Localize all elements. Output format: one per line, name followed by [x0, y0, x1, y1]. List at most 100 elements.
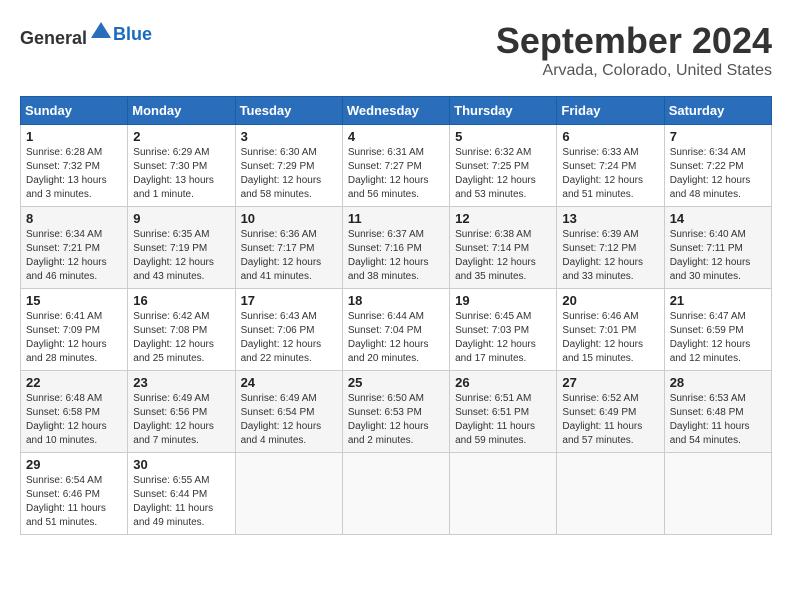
- header: General Blue September 2024 Arvada, Colo…: [20, 20, 772, 80]
- calendar-cell: 24Sunrise: 6:49 AMSunset: 6:54 PMDayligh…: [235, 371, 342, 453]
- day-number: 27: [562, 375, 658, 390]
- day-number: 26: [455, 375, 551, 390]
- day-info: Sunrise: 6:55 AMSunset: 6:44 PMDaylight:…: [133, 474, 229, 530]
- calendar-cell: [235, 453, 342, 535]
- calendar-cell: 3 Sunrise: 6:30 AMSunset: 7:29 PMDaylight…: [235, 125, 342, 207]
- day-info: Sunrise: 6:47 AMSunset: 6:59 PMDaylight:…: [670, 310, 766, 366]
- calendar-cell: [450, 453, 557, 535]
- day-info: Sunrise: 6:42 AMSunset: 7:08 PMDaylight:…: [133, 310, 229, 366]
- day-number: 14: [670, 211, 766, 226]
- calendar-cell: [557, 453, 664, 535]
- day-info: Sunrise: 6:46 AMSunset: 7:01 PMDaylight:…: [562, 310, 658, 366]
- day-number: 15: [26, 293, 122, 308]
- day-number: 19: [455, 293, 551, 308]
- day-info: Sunrise: 6:31 AMSunset: 7:27 PMDaylight:…: [348, 146, 444, 202]
- calendar-cell: [342, 453, 449, 535]
- logo-general-text: General: [20, 28, 87, 48]
- calendar-cell: 25Sunrise: 6:50 AMSunset: 6:53 PMDayligh…: [342, 371, 449, 453]
- calendar-cell: 5 Sunrise: 6:32 AMSunset: 7:25 PMDaylight…: [450, 125, 557, 207]
- day-info: Sunrise: 6:49 AMSunset: 6:56 PMDaylight:…: [133, 392, 229, 448]
- day-info: Sunrise: 6:41 AMSunset: 7:09 PMDaylight:…: [26, 310, 122, 366]
- calendar-cell: 7 Sunrise: 6:34 AMSunset: 7:22 PMDaylight…: [664, 125, 771, 207]
- weekday-header-row: SundayMondayTuesdayWednesdayThursdayFrid…: [21, 97, 772, 125]
- day-number: 16: [133, 293, 229, 308]
- day-number: 11: [348, 211, 444, 226]
- calendar-cell: 17 Sunrise: 6:43 AMSunset: 7:06 PMDayligh…: [235, 289, 342, 371]
- calendar-cell: 15 Sunrise: 6:41 AMSunset: 7:09 PMDayligh…: [21, 289, 128, 371]
- calendar-cell: 16 Sunrise: 6:42 AMSunset: 7:08 PMDayligh…: [128, 289, 235, 371]
- calendar-cell: 4 Sunrise: 6:31 AMSunset: 7:27 PMDaylight…: [342, 125, 449, 207]
- day-number: 30: [133, 457, 229, 472]
- day-info: Sunrise: 6:36 AMSunset: 7:17 PMDaylight:…: [241, 228, 337, 284]
- week-row-3: 15 Sunrise: 6:41 AMSunset: 7:09 PMDayligh…: [21, 289, 772, 371]
- calendar-cell: 23 Sunrise: 6:49 AMSunset: 6:56 PMDayligh…: [128, 371, 235, 453]
- weekday-header-monday: Monday: [128, 97, 235, 125]
- day-info: Sunrise: 6:49 AMSunset: 6:54 PMDaylight:…: [241, 392, 337, 448]
- day-info: Sunrise: 6:44 AMSunset: 7:04 PMDaylight:…: [348, 310, 444, 366]
- day-number: 4: [348, 129, 444, 144]
- day-info: Sunrise: 6:39 AMSunset: 7:12 PMDaylight:…: [562, 228, 658, 284]
- calendar-cell: 13 Sunrise: 6:39 AMSunset: 7:12 PMDayligh…: [557, 207, 664, 289]
- week-row-2: 8Sunrise: 6:34 AMSunset: 7:21 PMDaylight…: [21, 207, 772, 289]
- calendar-cell: 22Sunrise: 6:48 AMSunset: 6:58 PMDayligh…: [21, 371, 128, 453]
- week-row-4: 22Sunrise: 6:48 AMSunset: 6:58 PMDayligh…: [21, 371, 772, 453]
- day-info: Sunrise: 6:34 AMSunset: 7:22 PMDaylight:…: [670, 146, 766, 202]
- week-row-5: 29 Sunrise: 6:54 AMSunset: 6:46 PMDayligh…: [21, 453, 772, 535]
- day-info: Sunrise: 6:37 AMSunset: 7:16 PMDaylight:…: [348, 228, 444, 284]
- calendar-cell: 1 Sunrise: 6:28 AMSunset: 7:32 PMDaylight…: [21, 125, 128, 207]
- calendar-cell: 29 Sunrise: 6:54 AMSunset: 6:46 PMDayligh…: [21, 453, 128, 535]
- calendar-cell: 14 Sunrise: 6:40 AMSunset: 7:11 PMDayligh…: [664, 207, 771, 289]
- day-info: Sunrise: 6:29 AMSunset: 7:30 PMDaylight:…: [133, 146, 229, 202]
- calendar-cell: 28 Sunrise: 6:53 AMSunset: 6:48 PMDayligh…: [664, 371, 771, 453]
- weekday-header-thursday: Thursday: [450, 97, 557, 125]
- day-info: Sunrise: 6:30 AMSunset: 7:29 PMDaylight:…: [241, 146, 337, 202]
- day-info: Sunrise: 6:51 AMSunset: 6:51 PMDaylight:…: [455, 392, 551, 448]
- weekday-header-saturday: Saturday: [664, 97, 771, 125]
- calendar-cell: 11 Sunrise: 6:37 AMSunset: 7:16 PMDayligh…: [342, 207, 449, 289]
- day-info: Sunrise: 6:38 AMSunset: 7:14 PMDaylight:…: [455, 228, 551, 284]
- day-info: Sunrise: 6:53 AMSunset: 6:48 PMDaylight:…: [670, 392, 766, 448]
- calendar-cell: 19 Sunrise: 6:45 AMSunset: 7:03 PMDayligh…: [450, 289, 557, 371]
- logo-icon: [89, 20, 113, 44]
- day-number: 20: [562, 293, 658, 308]
- day-info: Sunrise: 6:54 AMSunset: 6:46 PMDaylight:…: [26, 474, 122, 530]
- logo-blue-text: Blue: [113, 24, 152, 44]
- weekday-header-wednesday: Wednesday: [342, 97, 449, 125]
- day-number: 2: [133, 129, 229, 144]
- day-number: 12: [455, 211, 551, 226]
- day-info: Sunrise: 6:43 AMSunset: 7:06 PMDaylight:…: [241, 310, 337, 366]
- day-info: Sunrise: 6:33 AMSunset: 7:24 PMDaylight:…: [562, 146, 658, 202]
- calendar-cell: 20 Sunrise: 6:46 AMSunset: 7:01 PMDayligh…: [557, 289, 664, 371]
- day-number: 8: [26, 211, 122, 226]
- calendar-cell: 9 Sunrise: 6:35 AMSunset: 7:19 PMDaylight…: [128, 207, 235, 289]
- day-number: 13: [562, 211, 658, 226]
- day-info: Sunrise: 6:35 AMSunset: 7:19 PMDaylight:…: [133, 228, 229, 284]
- day-number: 10: [241, 211, 337, 226]
- day-number: 5: [455, 129, 551, 144]
- day-number: 23: [133, 375, 229, 390]
- day-number: 28: [670, 375, 766, 390]
- day-number: 3: [241, 129, 337, 144]
- title-section: September 2024 Arvada, Colorado, United …: [496, 20, 772, 80]
- day-info: Sunrise: 6:32 AMSunset: 7:25 PMDaylight:…: [455, 146, 551, 202]
- day-number: 6: [562, 129, 658, 144]
- calendar-table: SundayMondayTuesdayWednesdayThursdayFrid…: [20, 96, 772, 535]
- week-row-1: 1 Sunrise: 6:28 AMSunset: 7:32 PMDaylight…: [21, 125, 772, 207]
- day-info: Sunrise: 6:40 AMSunset: 7:11 PMDaylight:…: [670, 228, 766, 284]
- day-info: Sunrise: 6:45 AMSunset: 7:03 PMDaylight:…: [455, 310, 551, 366]
- day-number: 22: [26, 375, 122, 390]
- day-info: Sunrise: 6:50 AMSunset: 6:53 PMDaylight:…: [348, 392, 444, 448]
- calendar-cell: 30 Sunrise: 6:55 AMSunset: 6:44 PMDayligh…: [128, 453, 235, 535]
- day-number: 29: [26, 457, 122, 472]
- calendar-cell: 26 Sunrise: 6:51 AMSunset: 6:51 PMDayligh…: [450, 371, 557, 453]
- calendar-cell: 10 Sunrise: 6:36 AMSunset: 7:17 PMDayligh…: [235, 207, 342, 289]
- day-number: 9: [133, 211, 229, 226]
- day-number: 1: [26, 129, 122, 144]
- calendar-cell: 18 Sunrise: 6:44 AMSunset: 7:04 PMDayligh…: [342, 289, 449, 371]
- day-number: 18: [348, 293, 444, 308]
- day-info: Sunrise: 6:28 AMSunset: 7:32 PMDaylight:…: [26, 146, 122, 202]
- day-number: 7: [670, 129, 766, 144]
- calendar-cell: 8Sunrise: 6:34 AMSunset: 7:21 PMDaylight…: [21, 207, 128, 289]
- day-number: 17: [241, 293, 337, 308]
- weekday-header-tuesday: Tuesday: [235, 97, 342, 125]
